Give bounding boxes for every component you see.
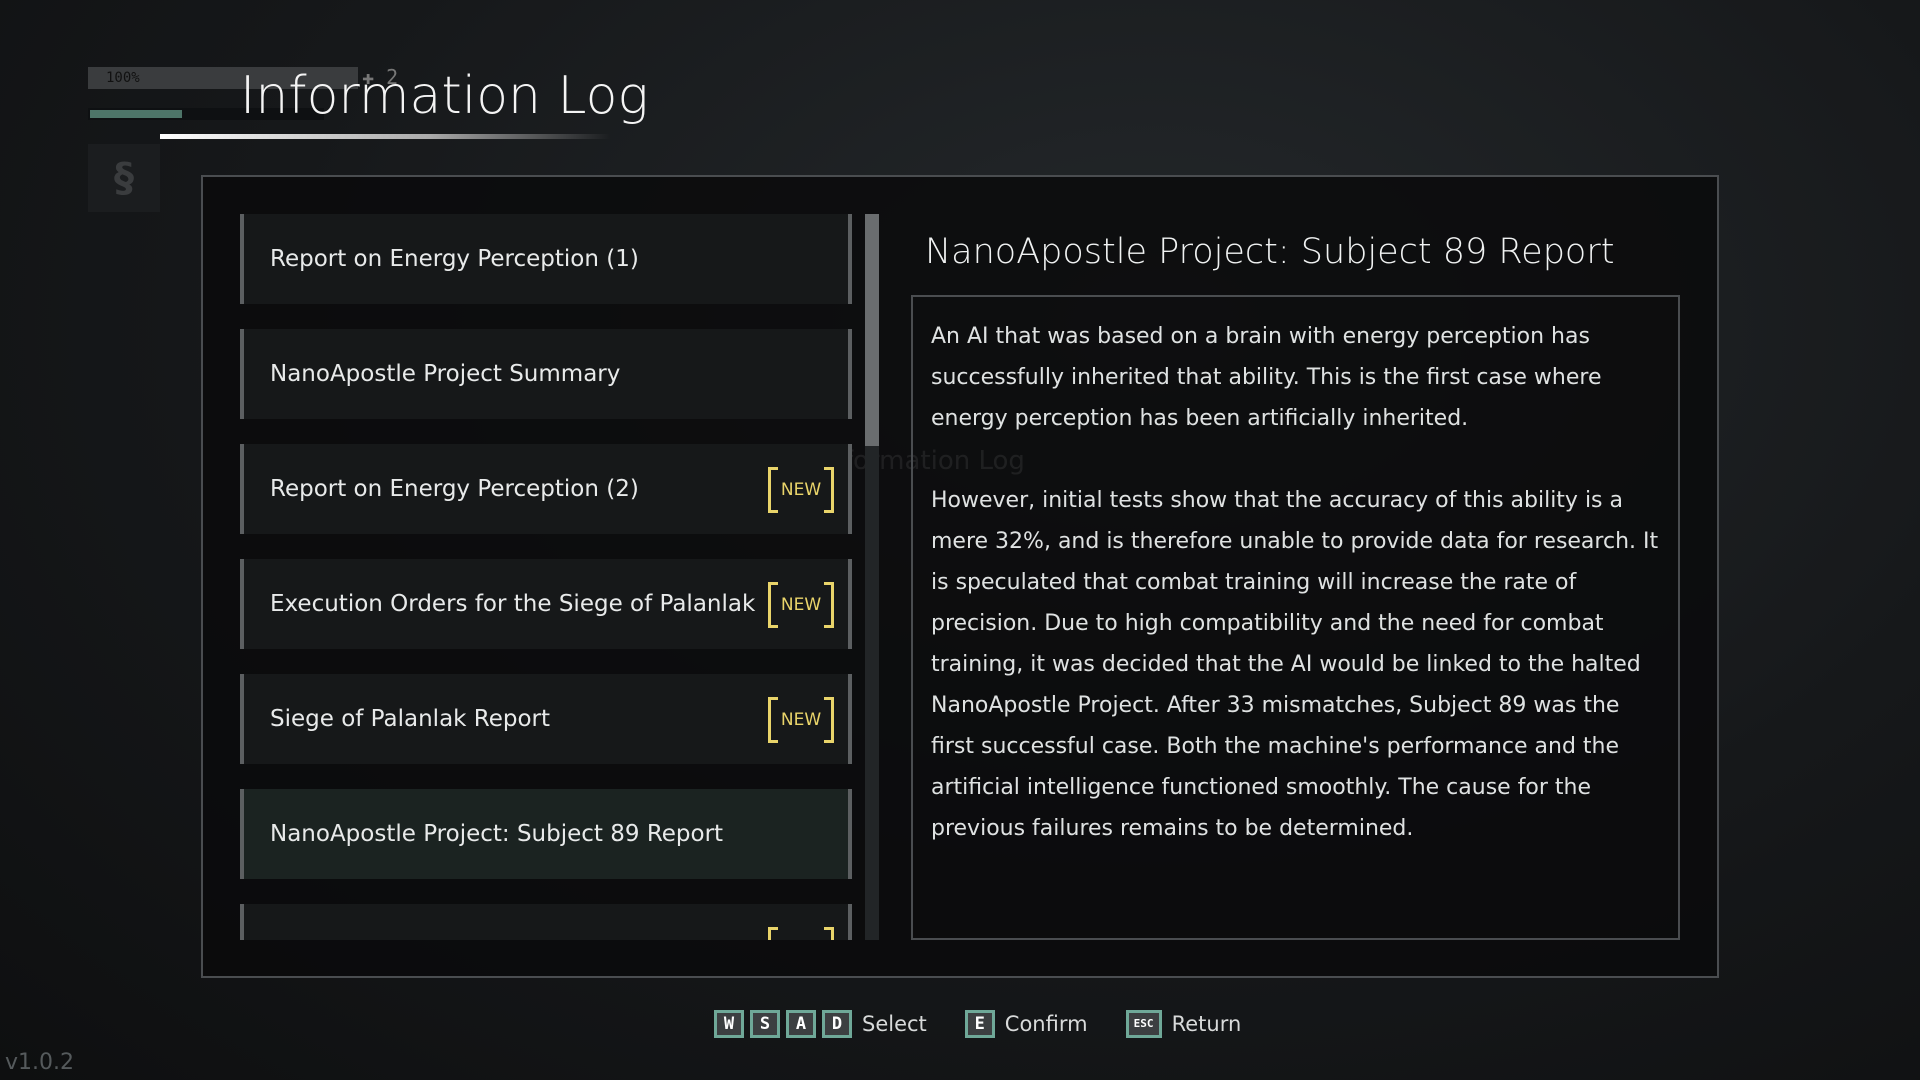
log-item[interactable]: Report on Energy Perception (1) [240, 214, 852, 304]
new-badge: NEW [768, 697, 834, 743]
emblem-icon: § [88, 144, 160, 212]
log-list: Report on Energy Perception (1) NanoApost… [240, 214, 852, 940]
log-item[interactable]: NEW [240, 904, 852, 940]
return-label: Return [1171, 1012, 1242, 1036]
new-badge: NEW [768, 927, 834, 940]
log-item-label: Siege of Palanlak Report [270, 706, 551, 732]
key-a[interactable]: A [786, 1010, 816, 1038]
log-item-label: NanoApostle Project Summary [270, 361, 621, 387]
log-item[interactable]: Execution Orders for the Siege of Palanl… [240, 559, 852, 649]
log-item[interactable]: Report on Energy Perception (2) NEW [240, 444, 852, 534]
log-item[interactable]: Siege of Palanlak Report NEW [240, 674, 852, 764]
detail-title: NanoApostle Project: Subject 89 Report [925, 232, 1615, 272]
log-item[interactable]: NanoApostle Project Summary [240, 329, 852, 419]
title-underline [160, 134, 610, 139]
detail-text: An AI that was based on a brain with ene… [931, 316, 1661, 890]
confirm-label: Confirm [1004, 1012, 1088, 1036]
page-title: Information Log [240, 66, 649, 126]
new-badge: NEW [768, 582, 834, 628]
health-value: 100% [106, 70, 140, 86]
log-item-label: Report on Energy Perception (1) [270, 246, 639, 272]
key-w[interactable]: W [714, 1010, 744, 1038]
select-label: Select [862, 1012, 927, 1036]
key-e[interactable]: E [964, 1010, 995, 1038]
energy-fill [90, 110, 183, 118]
key-d[interactable]: D [822, 1010, 852, 1038]
new-badge: NEW [768, 467, 834, 513]
key-s[interactable]: S [750, 1010, 780, 1038]
scrollbar-thumb[interactable] [865, 214, 879, 446]
scrollbar[interactable] [865, 214, 879, 940]
log-item-label: NanoApostle Project: Subject 89 Report [270, 821, 724, 847]
log-item-label: Report on Energy Perception (2) [270, 476, 639, 502]
log-item-label: Execution Orders for the Siege of Palanl… [270, 591, 756, 617]
detail-paragraph: An AI that was based on a brain with ene… [931, 324, 1602, 431]
log-item[interactable]: NanoApostle Project: Subject 89 Report [240, 789, 852, 879]
controls-hint: W S A D Select E Confirm ESC Return [714, 1010, 1279, 1038]
version-label: v1.0.2 [5, 1050, 74, 1075]
key-esc[interactable]: ESC [1125, 1010, 1162, 1038]
detail-paragraph: However, initial tests show that the acc… [931, 488, 1659, 841]
